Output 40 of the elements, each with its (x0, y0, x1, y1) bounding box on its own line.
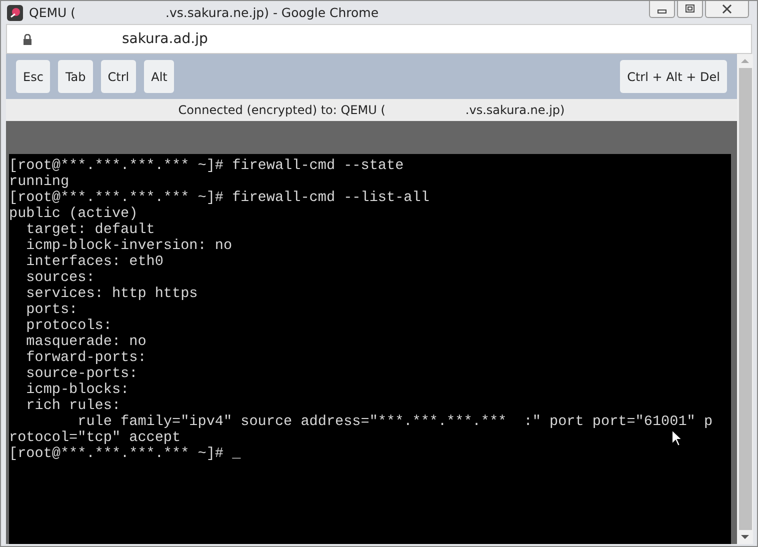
terminal-line: protocols: (25, 318, 112, 334)
terminal-line: running (9, 174, 70, 190)
close-icon (722, 4, 732, 14)
address-url[interactable]: sakura.ad.jp (122, 31, 208, 47)
lock-icon (23, 34, 32, 44)
terminal-line: icmp-block-inversion: no (25, 238, 232, 254)
app-icon (7, 4, 23, 20)
terminal-line: masquerade: no (25, 334, 146, 350)
key-button[interactable]: Tab (58, 60, 93, 93)
terminal-line: sources: (25, 270, 95, 286)
terminal-line: icmp-blocks: (25, 382, 130, 398)
minimize-button[interactable] (649, 1, 675, 18)
terminal-line: interfaces: eth0 (25, 254, 164, 270)
terminal-line: public (active) (9, 206, 138, 222)
maximize-button[interactable] (677, 1, 703, 18)
scrollbar-thumb[interactable] (738, 68, 752, 530)
window-title: QEMU ( (29, 5, 76, 20)
terminal-line: [root@***.***.***.*** ~]# firewall-cmd --list-all (9, 190, 430, 206)
scroll-down-icon[interactable] (741, 534, 749, 540)
mouse-pointer-icon (671, 429, 683, 447)
terminal-line: rule family="ipv4" source address="***.***.***.*** :" port port="61001" p (76, 414, 713, 430)
terminal-line: forward-ports: (25, 350, 146, 366)
connection-status: .vs.sakura.ne.jp) (465, 103, 565, 117)
terminal-line: rich rules: (25, 398, 121, 414)
key-button[interactable]: Alt (144, 60, 174, 93)
key-button[interactable]: Esc (16, 60, 50, 93)
terminal-line: ports: (25, 302, 78, 318)
connection-status: Connected (encrypted) to: QEMU ( (178, 103, 386, 117)
restore-icon (685, 4, 695, 14)
terminal-line: source-ports: (25, 366, 138, 382)
terminal-line: rotocol="tcp" accept (9, 430, 181, 446)
window-title: .vs.sakura.ne.jp) - Google Chrome (166, 5, 379, 20)
close-button[interactable] (705, 1, 749, 18)
terminal-line: [root@***.***.***.*** ~]# _ (9, 446, 241, 462)
key-button[interactable]: Ctrl (100, 60, 136, 93)
terminal-line: [root@***.***.***.*** ~]# firewall-cmd --state (9, 158, 404, 174)
scrollbar[interactable] (737, 54, 753, 544)
key-combo-button[interactable]: Ctrl + Alt + Del (620, 60, 727, 93)
terminal-line: services: http https (25, 286, 198, 302)
terminal-line: target: default (25, 222, 155, 238)
